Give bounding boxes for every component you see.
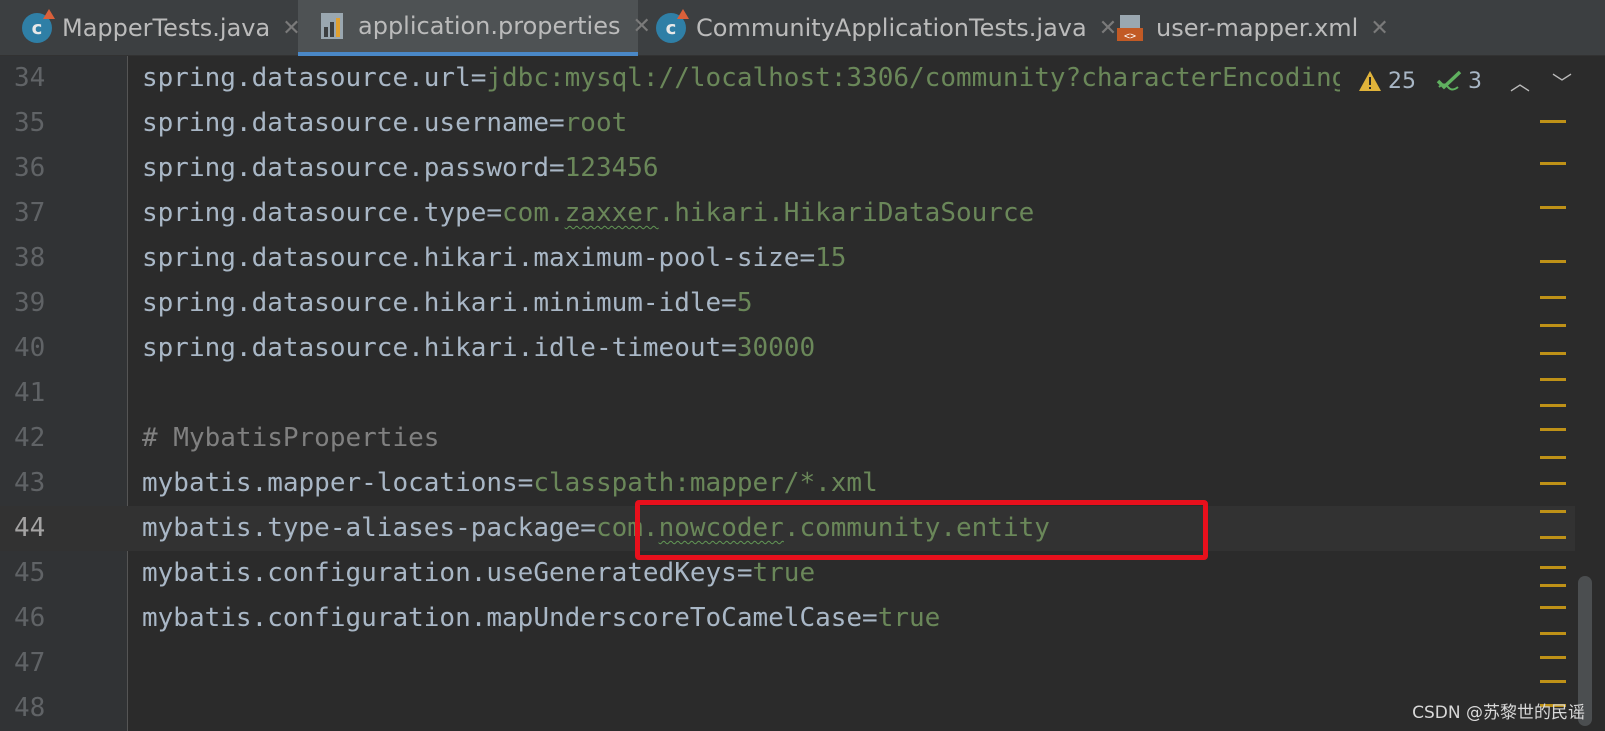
warning-icon (1359, 71, 1381, 91)
properties-file-icon (318, 11, 348, 41)
code-text: spring.datasource.url=jdbc:mysql://local… (142, 63, 1442, 93)
line-number: 34 (14, 63, 46, 93)
code-text: spring.datasource.username=root (142, 108, 628, 138)
typo-word: zaxxer (564, 198, 659, 228)
weak-warning-count: 3 (1468, 68, 1482, 94)
line-number: 47 (14, 648, 46, 678)
close-icon[interactable]: ✕ (1370, 16, 1388, 41)
warning-stripe-marker[interactable] (1540, 632, 1566, 635)
code-line[interactable]: 36 spring.datasource.password=123456 (0, 146, 1575, 191)
code-text: spring.datasource.password=123456 (142, 153, 659, 183)
code-text: spring.datasource.hikari.minimum-idle=5 (142, 288, 753, 318)
code-text: spring.datasource.type=com.zaxxer.hikari… (142, 198, 1035, 228)
tab-user-mapper-xml[interactable]: <> user-mapper.xml ✕ (1100, 0, 1400, 56)
line-number: 38 (14, 243, 46, 273)
xml-file-icon: <> (1116, 13, 1146, 43)
code-editor[interactable]: 34 spring.datasource.url=jdbc:mysql://lo… (0, 56, 1605, 731)
java-class-icon: c (22, 9, 55, 43)
warning-count: 25 (1388, 68, 1416, 94)
watermark: CSDN @苏黎世的民谣 (1412, 703, 1585, 723)
line-number: 42 (14, 423, 46, 453)
warning-stripe-marker[interactable] (1540, 260, 1566, 263)
java-class-icon: c (656, 9, 689, 43)
warning-stripe-marker[interactable] (1540, 206, 1566, 209)
code-line[interactable]: 35 spring.datasource.username=root (0, 101, 1575, 146)
warning-stripe-marker[interactable] (1540, 606, 1566, 609)
line-number: 39 (14, 288, 46, 318)
code-line[interactable]: 40 spring.datasource.hikari.idle-timeout… (0, 326, 1575, 371)
warning-stripe-marker[interactable] (1540, 510, 1566, 513)
code-line[interactable]: 37 spring.datasource.type=com.zaxxer.hik… (0, 191, 1575, 236)
tab-label: MapperTests.java (62, 14, 271, 42)
code-text: mybatis.configuration.mapUnderscoreToCam… (142, 603, 941, 633)
warning-stripe-marker[interactable] (1540, 428, 1566, 431)
line-number: 35 (14, 108, 46, 138)
warning-stripe-marker[interactable] (1540, 656, 1566, 659)
line-number: 44 (14, 513, 46, 543)
tab-label: user-mapper.xml (1156, 14, 1359, 42)
warning-stripe-marker[interactable] (1540, 536, 1566, 539)
code-line[interactable]: 41 (0, 371, 1575, 416)
warning-stripe-marker[interactable] (1540, 324, 1566, 327)
warning-stripe-marker[interactable] (1540, 404, 1566, 407)
line-number: 48 (14, 693, 46, 723)
chevron-up-icon[interactable]: ︿ (1510, 67, 1530, 96)
code-line[interactable]: 38 spring.datasource.hikari.maximum-pool… (0, 236, 1575, 281)
line-number: 45 (14, 558, 46, 588)
code-line[interactable]: 34 spring.datasource.url=jdbc:mysql://lo… (0, 56, 1605, 101)
tab-community-application-tests[interactable]: c CommunityApplicationTests.java ✕ (640, 0, 1117, 56)
line-number: 46 (14, 603, 46, 633)
tab-application-properties[interactable]: application.properties ✕ (298, 0, 651, 56)
code-text: spring.datasource.hikari.idle-timeout=30… (142, 333, 816, 363)
tab-label: CommunityApplicationTests.java (696, 14, 1087, 42)
chevron-down-icon[interactable]: ﹀ (1552, 67, 1572, 96)
warning-stripe-marker[interactable] (1540, 378, 1566, 381)
warning-stripe-marker[interactable] (1540, 482, 1566, 485)
code-line[interactable]: 39 spring.datasource.hikari.minimum-idle… (0, 281, 1575, 326)
highlight-annotation-box (635, 500, 1208, 560)
warning-stripe-marker[interactable] (1540, 120, 1566, 123)
warning-stripe-marker[interactable] (1540, 296, 1566, 299)
code-line[interactable]: 47 (0, 641, 1575, 686)
tab-mapper-tests[interactable]: c MapperTests.java ✕ (0, 0, 301, 56)
warning-stripe-marker[interactable] (1540, 566, 1566, 569)
line-number: 43 (14, 468, 46, 498)
warning-stripe-marker[interactable] (1540, 584, 1566, 587)
inspection-widget[interactable]: 25 3 ︿ ﹀ (1358, 64, 1572, 98)
line-number: 36 (14, 153, 46, 183)
warning-stripe-marker[interactable] (1540, 456, 1566, 459)
warning-stripe-marker[interactable] (1540, 352, 1566, 355)
svg-text:<>: <> (1124, 31, 1136, 42)
warning-stripe-marker[interactable] (1540, 680, 1566, 683)
comment-text: # MybatisProperties (142, 423, 440, 453)
line-number: 41 (14, 378, 46, 408)
tab-label: application.properties (358, 12, 621, 40)
code-line[interactable]: 42 # MybatisProperties (0, 416, 1575, 461)
line-number: 40 (14, 333, 46, 363)
warning-stripe-marker[interactable] (1540, 162, 1566, 165)
line-number: 37 (14, 198, 46, 228)
code-line[interactable]: 48 (0, 686, 1575, 731)
code-text: spring.datasource.hikari.maximum-pool-si… (142, 243, 847, 273)
weak-warning-check-icon (1436, 70, 1462, 91)
code-line[interactable]: 46 mybatis.configuration.mapUnderscoreTo… (0, 596, 1575, 641)
editor-tab-bar: c MapperTests.java ✕ application.propert… (0, 0, 1605, 56)
